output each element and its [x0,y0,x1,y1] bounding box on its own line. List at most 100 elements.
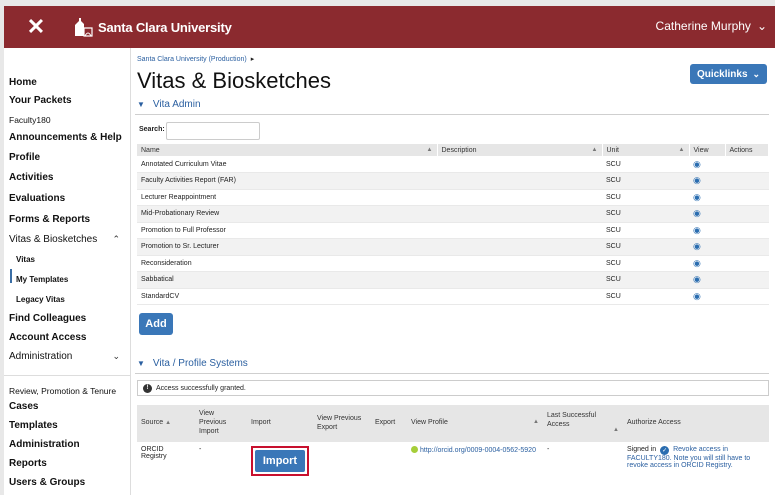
eye-icon[interactable]: ◉ [693,274,701,284]
orcid-profile-link[interactable]: http://orcid.org/0009-0004-0562-5920 [420,447,536,454]
sidebar-item-reports[interactable]: Reports [9,458,47,469]
vita-name-cell[interactable]: Reconsideration [137,255,437,272]
triangle-down-icon: ▼ [137,100,145,109]
eye-icon[interactable]: ◉ [693,208,701,218]
column-header-source[interactable]: Source ▲ [137,405,195,442]
sidebar-item-account-access[interactable]: Account Access [9,332,86,343]
chevron-right-icon: ▸ [250,56,255,63]
vita-description-cell [437,156,602,173]
table-row[interactable]: Faculty Activities Report (FAR) SCU ◉ [137,172,769,190]
vita-unit-cell: SCU [602,288,689,305]
university-name: Santa Clara University [98,19,232,35]
eye-icon[interactable]: ◉ [693,291,701,301]
table-row[interactable]: Promotion to Sr. Lecturer SCU ◉ [137,238,769,256]
import-highlight: Import [251,446,309,476]
vita-description-cell [437,255,602,272]
vita-name-cell[interactable]: Lecturer Reappointment [137,189,437,206]
user-menu[interactable]: Catherine Murphy ⌄ [656,19,767,33]
export-cell [371,442,407,484]
table-row[interactable]: Promotion to Full Professor SCU ◉ [137,222,769,239]
table-header-row: Source ▲ View Previous Import Import Vie… [137,405,769,442]
eye-icon[interactable]: ◉ [693,175,701,185]
column-header-unit[interactable]: Unit ▲ [602,144,690,156]
vita-name-cell[interactable]: Annotated Curriculum Vitae [137,156,437,173]
page-title: Vitas & Biosketches [137,68,332,93]
sidebar-item-announcements[interactable]: Announcements & Help [9,132,122,143]
close-icon[interactable]: ✕ [26,14,46,40]
vita-admin-toggle[interactable]: ▼ Vita Admin [137,99,201,110]
sidebar-item-forms-reports[interactable]: Forms & Reports [9,214,90,225]
triangle-down-icon: ▼ [137,359,145,368]
vita-name-cell[interactable]: Promotion to Full Professor [137,222,437,239]
table-row[interactable]: Lecturer Reappointment SCU ◉ [137,189,769,206]
eye-icon[interactable]: ◉ [693,258,701,268]
university-logo[interactable]: Santa Clara University [72,17,232,37]
last-access-cell: - [547,446,550,453]
breadcrumb-link[interactable]: Santa Clara University (Production) [137,56,247,63]
sidebar-item-profile[interactable]: Profile [9,152,40,163]
import-button[interactable]: Import [255,450,305,472]
source-link[interactable]: ORCID Registry [137,442,195,484]
chevron-down-icon[interactable]: ⌄ [112,351,120,362]
column-header-last-access[interactable]: Last Successful Access ▲ [543,405,623,442]
table-row[interactable]: Annotated Curriculum Vitae SCU ◉ [137,156,769,173]
view-cell: ◉ [689,156,725,173]
vita-name-cell[interactable]: StandardCV [137,288,437,305]
sort-icon: ▲ [678,146,685,153]
sidebar-item-find-colleagues[interactable]: Find Colleagues [9,313,86,324]
section-divider [135,373,769,374]
actions-cell [725,172,769,190]
sidebar-item-cases[interactable]: Cases [9,401,38,412]
sidebar-item-templates[interactable]: Templates [9,420,58,431]
vita-unit-cell: SCU [602,222,689,239]
sidebar-item-your-packets[interactable]: Your Packets [9,95,72,106]
sidebar-item-administration[interactable]: Administration [9,351,72,362]
vita-name-cell[interactable]: Mid-Probationary Review [137,205,437,223]
sidebar-item-administration-rpt[interactable]: Administration [9,439,80,450]
import-cell: Import [247,442,313,484]
selection-indicator [10,269,12,283]
sidebar-item-evaluations[interactable]: Evaluations [9,193,65,204]
column-header-view-profile[interactable]: View Profile ▲ [407,405,543,442]
actions-cell [725,222,769,239]
eye-icon[interactable]: ◉ [693,225,701,235]
actions-cell [725,156,769,173]
quicklinks-button[interactable]: Quicklinks ⌄ [690,64,767,84]
sidebar-item-activities[interactable]: Activities [9,172,53,183]
vita-name-cell[interactable]: Sabbatical [137,271,437,289]
table-row[interactable]: Reconsideration SCU ◉ [137,255,769,272]
view-cell: ◉ [689,205,725,223]
sidebar-item-legacy-vitas[interactable]: Legacy Vitas [16,295,65,304]
vita-name-cell[interactable]: Promotion to Sr. Lecturer [137,238,437,256]
sidebar-divider [4,375,131,376]
sidebar-item-vitas[interactable]: Vitas [16,255,35,264]
add-button[interactable]: Add [139,313,173,335]
sidebar-item-my-templates[interactable]: My Templates [16,275,68,284]
sidebar-item-home[interactable]: Home [9,77,37,88]
search-label: Search: [139,126,165,133]
view-prev-import-cell[interactable]: - [195,442,247,484]
eye-icon[interactable]: ◉ [693,159,701,169]
section-divider [135,114,769,115]
info-icon: ! [143,383,152,393]
table-row[interactable]: StandardCV SCU ◉ [137,288,769,305]
table-row[interactable]: Mid-Probationary Review SCU ◉ [137,205,769,223]
chevron-up-icon[interactable]: ⌃ [112,234,120,245]
search-input[interactable] [166,122,260,140]
systems-toggle[interactable]: ▼ Vita / Profile Systems [137,358,248,369]
eye-icon[interactable]: ◉ [693,192,701,202]
orcid-icon [411,446,418,453]
sidebar-section-faculty180: Faculty180 [9,115,51,125]
success-alert: ! Access successfully granted. [137,380,769,396]
top-bar: ✕ Santa Clara University Catherine Murph… [4,6,775,48]
column-header-name[interactable]: Name ▲ [137,144,438,156]
eye-icon[interactable]: ◉ [693,241,701,251]
column-header-description[interactable]: Description ▲ [437,144,603,156]
table-row[interactable]: Sabbatical SCU ◉ [137,271,769,289]
vita-unit-cell: SCU [602,189,689,206]
user-name: Catherine Murphy [655,19,751,33]
sidebar-item-vitas-biosketches[interactable]: Vitas & Biosketches [9,234,97,245]
vita-name-cell[interactable]: Faculty Activities Report (FAR) [137,172,437,190]
vita-unit-cell: SCU [602,156,689,173]
sidebar-item-users-groups[interactable]: Users & Groups [9,477,85,488]
